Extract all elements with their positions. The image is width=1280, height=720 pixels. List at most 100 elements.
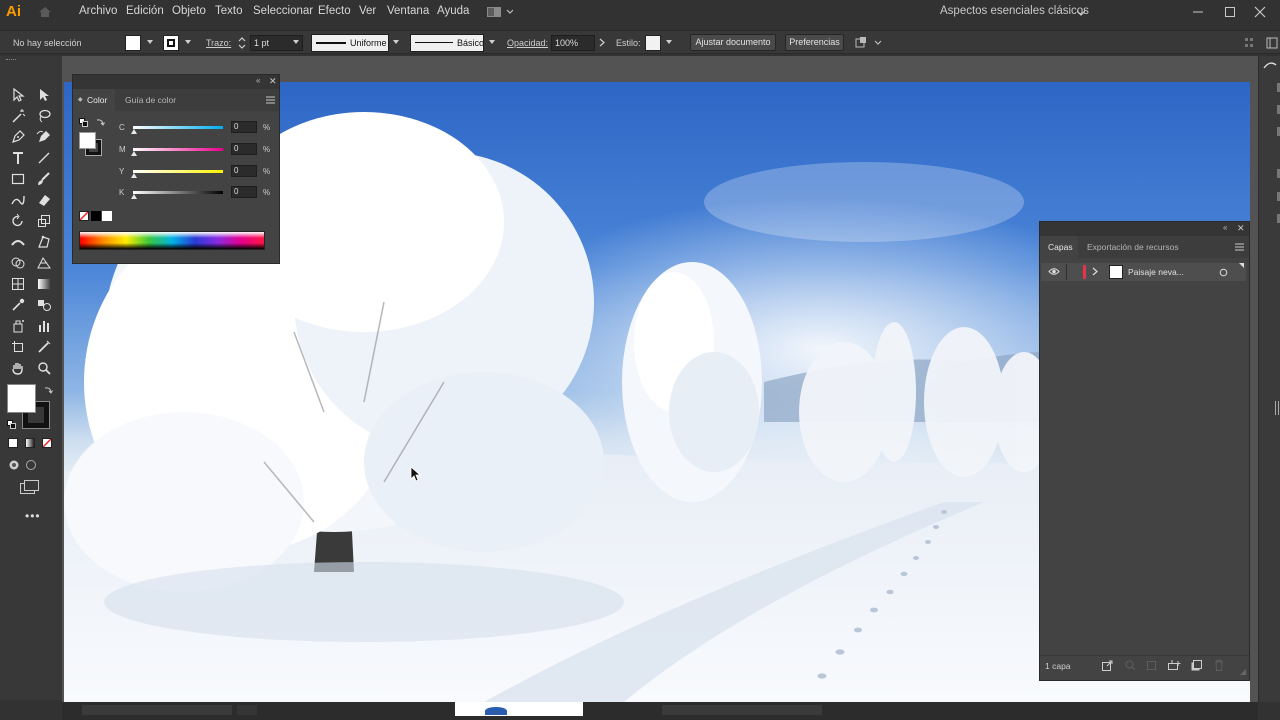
menu-ventana[interactable]: Ventana <box>387 5 429 17</box>
panel-menu-icon[interactable] <box>266 96 275 104</box>
panel-title-bar[interactable]: « ✕ <box>73 75 279 89</box>
status-segment[interactable] <box>237 705 257 715</box>
menu-objeto[interactable]: Objeto <box>172 5 206 17</box>
selection-tool-icon[interactable] <box>8 85 28 105</box>
draw-behind-icon[interactable] <box>25 459 37 471</box>
mesh-tool-icon[interactable] <box>8 274 28 294</box>
opacity-field[interactable]: 100% <box>551 35 595 51</box>
dock-expand-icon[interactable] <box>1263 60 1277 70</box>
edit-toolbar-icon[interactable]: ••• <box>25 509 41 523</box>
brush-dropdown-icon[interactable] <box>489 40 495 44</box>
draw-normal-icon[interactable] <box>8 459 20 471</box>
zoom-tool-icon[interactable] <box>34 358 54 378</box>
swap-colors-icon[interactable] <box>43 385 53 395</box>
workspace-switcher[interactable]: Aspectos esenciales clásicos <box>940 5 1089 17</box>
none-swatch[interactable] <box>79 211 89 221</box>
slider-c-track[interactable] <box>133 126 223 129</box>
tab-color[interactable]: ◆ Color <box>73 89 115 111</box>
maximize-icon[interactable] <box>1222 4 1238 20</box>
toolbar-grip[interactable] <box>6 59 16 62</box>
none-mode-icon[interactable] <box>42 438 52 448</box>
slider-y-knob[interactable] <box>131 173 137 178</box>
menu-seleccionar[interactable]: Seleccionar <box>253 5 313 17</box>
minimize-icon[interactable] <box>1190 4 1206 20</box>
opacity-label[interactable]: Opacidad: <box>507 38 548 48</box>
artboard-tool-icon[interactable] <box>8 337 28 357</box>
shaper-tool-icon[interactable] <box>8 190 28 210</box>
paintbrush-tool-icon[interactable] <box>34 169 54 189</box>
tab-color-guide[interactable]: Guía de color <box>125 95 176 105</box>
menu-ayuda[interactable]: Ayuda <box>437 5 469 17</box>
chevron-right-icon[interactable] <box>599 38 605 47</box>
fill-swatch[interactable] <box>125 35 141 51</box>
arrange-documents-icon[interactable] <box>487 7 513 17</box>
panel-options-icon[interactable] <box>1244 37 1254 49</box>
stroke-dropdown-icon[interactable] <box>185 40 191 44</box>
type-tool-icon[interactable] <box>8 148 28 168</box>
fill-dropdown-icon[interactable] <box>147 40 153 44</box>
panel-menu-icon[interactable] <box>1235 243 1244 251</box>
new-sublayer-icon[interactable] <box>1168 660 1181 671</box>
eraser-tool-icon[interactable] <box>34 190 54 210</box>
scale-tool-icon[interactable] <box>34 211 54 231</box>
eyedropper-tool-icon[interactable] <box>8 295 28 315</box>
symbol-sprayer-tool-icon[interactable] <box>8 316 28 336</box>
line-segment-tool-icon[interactable] <box>34 148 54 168</box>
menu-efecto[interactable]: Efecto <box>318 5 351 17</box>
color-spectrum[interactable] <box>79 231 265 250</box>
slider-k-value[interactable]: 0 <box>231 186 257 198</box>
menu-edicion[interactable]: Edición <box>126 5 164 17</box>
shape-builder-tool-icon[interactable] <box>8 253 28 273</box>
slider-m-value[interactable]: 0 <box>231 143 257 155</box>
slider-y-track[interactable] <box>133 170 223 173</box>
pen-tool-icon[interactable] <box>8 127 28 147</box>
slice-tool-icon[interactable] <box>34 337 54 357</box>
white-swatch[interactable] <box>102 211 112 221</box>
export-icon[interactable] <box>1102 660 1113 671</box>
new-layer-icon[interactable] <box>1191 660 1202 671</box>
panel-title-bar[interactable]: « ✕ <box>1040 222 1249 236</box>
slider-c-knob[interactable] <box>131 129 137 134</box>
stroke-weight-dropdown-icon[interactable] <box>293 40 299 44</box>
target-icon[interactable] <box>1219 268 1228 277</box>
free-transform-tool-icon[interactable] <box>34 232 54 252</box>
width-tool-icon[interactable] <box>8 232 28 252</box>
resize-grip-icon[interactable] <box>1240 669 1246 675</box>
rectangle-tool-icon[interactable] <box>8 169 28 189</box>
home-icon[interactable] <box>38 6 52 18</box>
blend-tool-icon[interactable] <box>34 295 54 315</box>
black-swatch[interactable] <box>91 211 101 221</box>
slider-m-knob[interactable] <box>131 151 137 156</box>
chevron-down-icon[interactable] <box>1077 10 1085 16</box>
navigator-thumbnail[interactable] <box>455 702 583 716</box>
close-icon[interactable] <box>1252 4 1268 20</box>
layer-name[interactable]: Paisaje neva... <box>1128 267 1184 277</box>
close-panel-icon[interactable]: ✕ <box>1237 223 1245 234</box>
horizontal-scrollbar[interactable] <box>662 705 822 715</box>
panel-fill-box[interactable] <box>79 132 96 149</box>
tab-layers[interactable]: Capas <box>1040 236 1078 258</box>
profile-dropdown-icon[interactable] <box>393 40 399 44</box>
collapse-panel-icon[interactable] <box>1266 37 1278 49</box>
gradient-tool-icon[interactable] <box>34 274 54 294</box>
lasso-tool-icon[interactable] <box>34 106 54 126</box>
resize-handle-icon[interactable] <box>1275 401 1279 415</box>
slider-c-value[interactable]: 0 <box>231 121 257 133</box>
curvature-tool-icon[interactable] <box>34 127 54 147</box>
style-dropdown-icon[interactable] <box>666 40 672 44</box>
slider-k-track[interactable] <box>133 191 223 194</box>
slider-y-value[interactable]: 0 <box>231 165 257 177</box>
fill-color-box[interactable] <box>7 384 36 413</box>
stroke-stepper-icon[interactable] <box>238 36 246 50</box>
slider-m-track[interactable] <box>133 148 223 151</box>
brush-definition[interactable]: Básico <box>410 34 484 52</box>
screen-mode-icon[interactable] <box>20 480 40 494</box>
column-graph-tool-icon[interactable] <box>34 316 54 336</box>
document-setup-button[interactable]: Ajustar documento <box>690 34 776 51</box>
status-segment[interactable] <box>82 705 232 715</box>
magic-wand-tool-icon[interactable] <box>8 106 28 126</box>
arrange-icon[interactable] <box>855 36 883 50</box>
variable-width-profile[interactable]: Uniforme <box>311 34 389 52</box>
perspective-grid-tool-icon[interactable] <box>34 253 54 273</box>
rotate-tool-icon[interactable] <box>8 211 28 231</box>
